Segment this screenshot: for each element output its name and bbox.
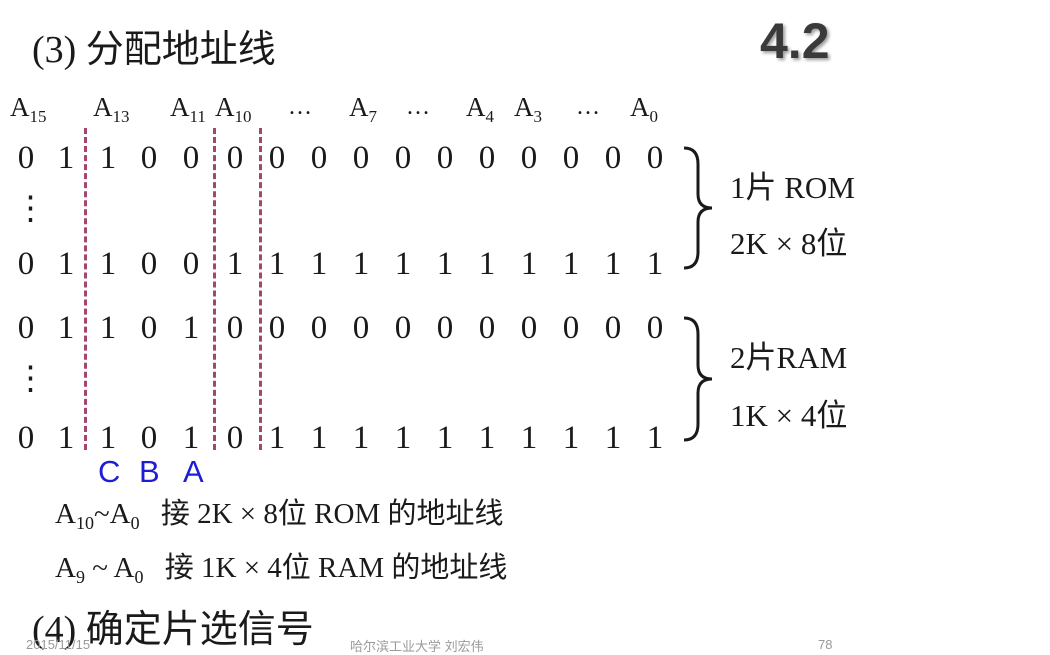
bit-cell: 0 — [182, 246, 200, 282]
bit-cell: 0 — [394, 310, 412, 346]
ram-vertical-dots: ⋮ — [14, 361, 47, 397]
bit-cell: 1 — [99, 310, 117, 346]
bit-cell: 1 — [394, 420, 412, 456]
bit-cell: 1 — [99, 246, 117, 282]
bit-cell: 0 — [520, 310, 538, 346]
bit-cell: 0 — [310, 310, 328, 346]
addr-label-a4: A4 — [466, 92, 494, 126]
ram-chip-spec: 1K × 4位 — [730, 398, 848, 433]
bit-cell: 1 — [310, 420, 328, 456]
bit-cell: 1 — [268, 420, 286, 456]
rom-vertical-dots: ⋮ — [14, 191, 47, 227]
bit-cell: 0 — [520, 140, 538, 176]
bit-cell: 1 — [57, 246, 75, 282]
footer-date: 2015/11/15 — [26, 637, 91, 652]
addr-label-a15: A15 — [10, 92, 47, 126]
rom-chip-spec: 2K × 8位 — [730, 226, 848, 261]
bit-cell: 1 — [99, 420, 117, 456]
bit-cell: 0 — [268, 140, 286, 176]
bit-cell: 1 — [562, 420, 580, 456]
addr-label-a3: A3 — [514, 92, 542, 126]
bit-cell: 1 — [604, 420, 622, 456]
bit-cell: 0 — [394, 140, 412, 176]
dashed-separator-a14 — [84, 128, 87, 450]
bit-cell: 0 — [478, 140, 496, 176]
bit-cell: 1 — [57, 310, 75, 346]
bit-cell: 0 — [182, 140, 200, 176]
slide-number-badge: 4.2 — [760, 13, 830, 69]
bit-cell: 0 — [226, 140, 244, 176]
dashed-separator-a10 — [259, 128, 262, 450]
bit-cell: 1 — [562, 246, 580, 282]
addr-label-a11: A11 — [170, 92, 206, 126]
section-3-title: (3) 分配地址线 — [32, 29, 276, 71]
bit-cell: 0 — [436, 140, 454, 176]
addr-label-a0: A0 — [630, 92, 658, 126]
ram-brace-icon — [683, 316, 713, 442]
bit-cell: 0 — [646, 310, 664, 346]
bit-cell: 1 — [604, 246, 622, 282]
footer-page-number: 78 — [818, 637, 833, 652]
bit-cell: 0 — [352, 140, 370, 176]
bit-cell: 1 — [520, 246, 538, 282]
bit-cell: 1 — [268, 246, 286, 282]
bit-cell: 0 — [268, 310, 286, 346]
bit-cell: 1 — [310, 246, 328, 282]
rom-chip-count: 1片 ROM — [730, 170, 855, 205]
note-rom-address-lines: A10~A0 接 2K × 8位 ROM 的地址线 — [55, 498, 504, 533]
bit-cell: 1 — [352, 246, 370, 282]
bit-cell: 0 — [226, 420, 244, 456]
bit-cell: 1 — [646, 420, 664, 456]
bit-cell: 0 — [17, 140, 35, 176]
addr-label-a7: A7 — [349, 92, 377, 126]
bit-cell: 0 — [478, 310, 496, 346]
select-label-b: B — [139, 454, 160, 489]
bit-cell: 1 — [57, 420, 75, 456]
bit-cell: 0 — [140, 140, 158, 176]
bit-cell: 1 — [57, 140, 75, 176]
rom-brace-icon — [683, 146, 713, 270]
addr-ellipsis-3: … — [576, 94, 600, 120]
bit-cell: 1 — [352, 420, 370, 456]
bit-cell: 0 — [310, 140, 328, 176]
bit-cell: 0 — [562, 140, 580, 176]
select-label-c: C — [98, 454, 121, 489]
dashed-separator-a11 — [213, 128, 216, 450]
bit-cell: 0 — [562, 310, 580, 346]
bit-cell: 1 — [99, 140, 117, 176]
bit-cell: 0 — [226, 310, 244, 346]
bit-cell: 0 — [604, 140, 622, 176]
bit-cell: 0 — [17, 310, 35, 346]
select-label-a: A — [183, 454, 204, 489]
bit-cell: 0 — [140, 420, 158, 456]
addr-label-a13: A13 — [93, 92, 130, 126]
bit-cell: 0 — [352, 310, 370, 346]
bit-cell: 1 — [478, 420, 496, 456]
bit-cell: 0 — [140, 246, 158, 282]
bit-cell: 1 — [646, 246, 664, 282]
bit-cell: 0 — [17, 246, 35, 282]
bit-cell: 1 — [182, 310, 200, 346]
bit-cell: 0 — [604, 310, 622, 346]
bit-cell: 1 — [394, 246, 412, 282]
bit-cell: 1 — [226, 246, 244, 282]
footer-author: 哈尔滨工业大学 刘宏伟 — [350, 639, 484, 654]
ram-chip-count: 2片RAM — [730, 340, 848, 375]
bit-cell: 0 — [140, 310, 158, 346]
addr-ellipsis-2: … — [406, 94, 430, 120]
bit-cell: 0 — [17, 420, 35, 456]
addr-label-a10: A10 — [215, 92, 252, 126]
bit-cell: 1 — [436, 246, 454, 282]
note-ram-address-lines: A9 ~ A0 接 1K × 4位 RAM 的地址线 — [55, 552, 508, 587]
addr-ellipsis-1: … — [288, 94, 312, 120]
bit-cell: 0 — [646, 140, 664, 176]
bit-cell: 1 — [520, 420, 538, 456]
bit-cell: 1 — [478, 246, 496, 282]
bit-cell: 0 — [436, 310, 454, 346]
bit-cell: 1 — [436, 420, 454, 456]
bit-cell: 1 — [182, 420, 200, 456]
